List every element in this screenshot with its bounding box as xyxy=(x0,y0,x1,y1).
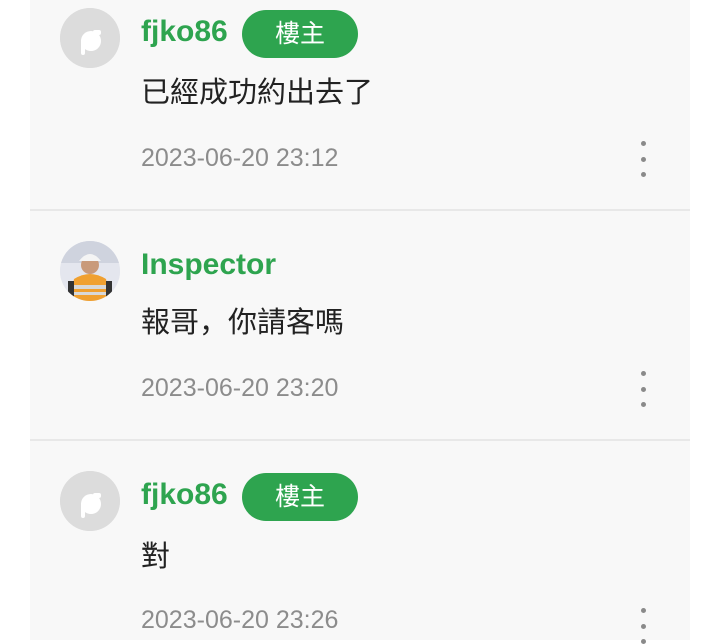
op-badge: 樓主 xyxy=(242,10,358,58)
comment-timestamp: 2023-06-20 23:20 xyxy=(141,374,339,402)
comment-text: 對 xyxy=(141,539,171,573)
divider xyxy=(30,209,690,211)
username[interactable]: fjko86 xyxy=(141,477,228,513)
default-avatar-icon[interactable] xyxy=(60,471,120,531)
divider xyxy=(30,439,690,441)
more-vertical-icon[interactable] xyxy=(628,608,658,644)
comment-text: 已經成功約出去了 xyxy=(141,75,374,109)
comment-timestamp: 2023-06-20 23:26 xyxy=(141,606,339,634)
comment-timestamp: 2023-06-20 23:12 xyxy=(141,144,339,172)
username[interactable]: fjko86 xyxy=(141,14,228,50)
more-vertical-icon[interactable] xyxy=(628,371,658,407)
comment-list: fjko86 樓主 已經成功約出去了 2023-06-20 23:12 Insp… xyxy=(30,0,690,644)
comment-text: 報哥，你請客嗎 xyxy=(141,305,345,339)
default-avatar-icon[interactable] xyxy=(60,8,120,68)
username[interactable]: Inspector xyxy=(141,247,276,283)
user-photo-avatar[interactable] xyxy=(60,241,120,301)
more-vertical-icon[interactable] xyxy=(628,141,658,177)
op-badge: 樓主 xyxy=(242,473,358,521)
